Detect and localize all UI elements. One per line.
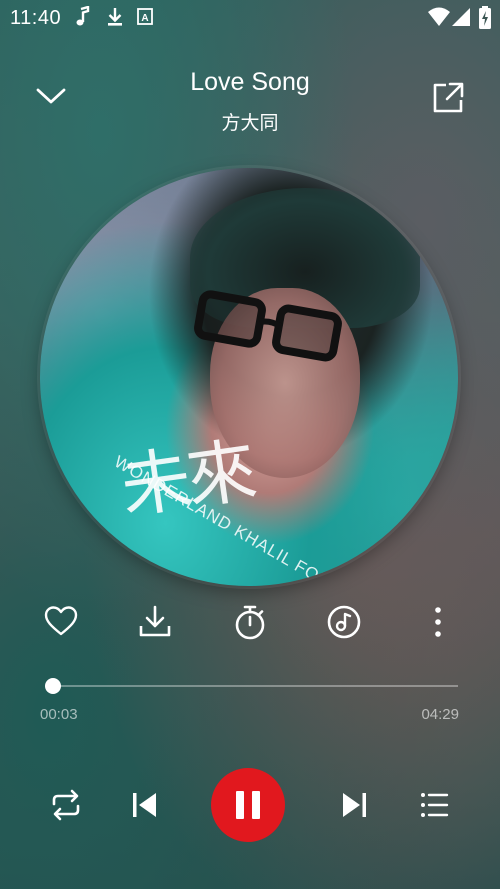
progress-thumb[interactable]: [44, 678, 61, 694]
status-time: 11:40: [10, 7, 62, 29]
favorite-icon[interactable]: [43, 604, 79, 640]
cover-glasses: [194, 290, 342, 362]
pause-button[interactable]: [211, 768, 285, 842]
svg-text:A: A: [141, 13, 148, 24]
music-note-icon: [76, 6, 90, 26]
battery-icon: [479, 6, 491, 29]
sound-effect-icon[interactable]: [325, 603, 363, 641]
pause-icon: [236, 791, 260, 819]
app-a-icon: A: [137, 8, 153, 25]
download-icon[interactable]: [137, 604, 173, 640]
download-icon: [108, 8, 122, 26]
song-title: Love Song: [190, 68, 310, 96]
previous-icon[interactable]: [128, 787, 162, 823]
status-bar: 11:40 A: [0, 0, 500, 36]
repeat-icon[interactable]: [48, 787, 84, 823]
total-time: 04:29: [421, 706, 459, 723]
playback-controls: [0, 765, 500, 845]
timer-icon[interactable]: [231, 603, 269, 641]
progress-bar[interactable]: [44, 678, 458, 694]
current-time: 00:03: [40, 706, 78, 723]
more-icon[interactable]: [430, 604, 446, 640]
artist-name[interactable]: 方大同: [0, 108, 500, 135]
next-icon[interactable]: [337, 787, 371, 823]
action-row: [0, 600, 500, 646]
share-button[interactable]: [430, 80, 466, 116]
signal-icon: [452, 8, 470, 26]
playlist-icon[interactable]: [418, 787, 450, 823]
album-cover: 未來 WONDERLAND KHALIL FONG: [40, 168, 458, 586]
wifi-icon: [428, 7, 450, 26]
